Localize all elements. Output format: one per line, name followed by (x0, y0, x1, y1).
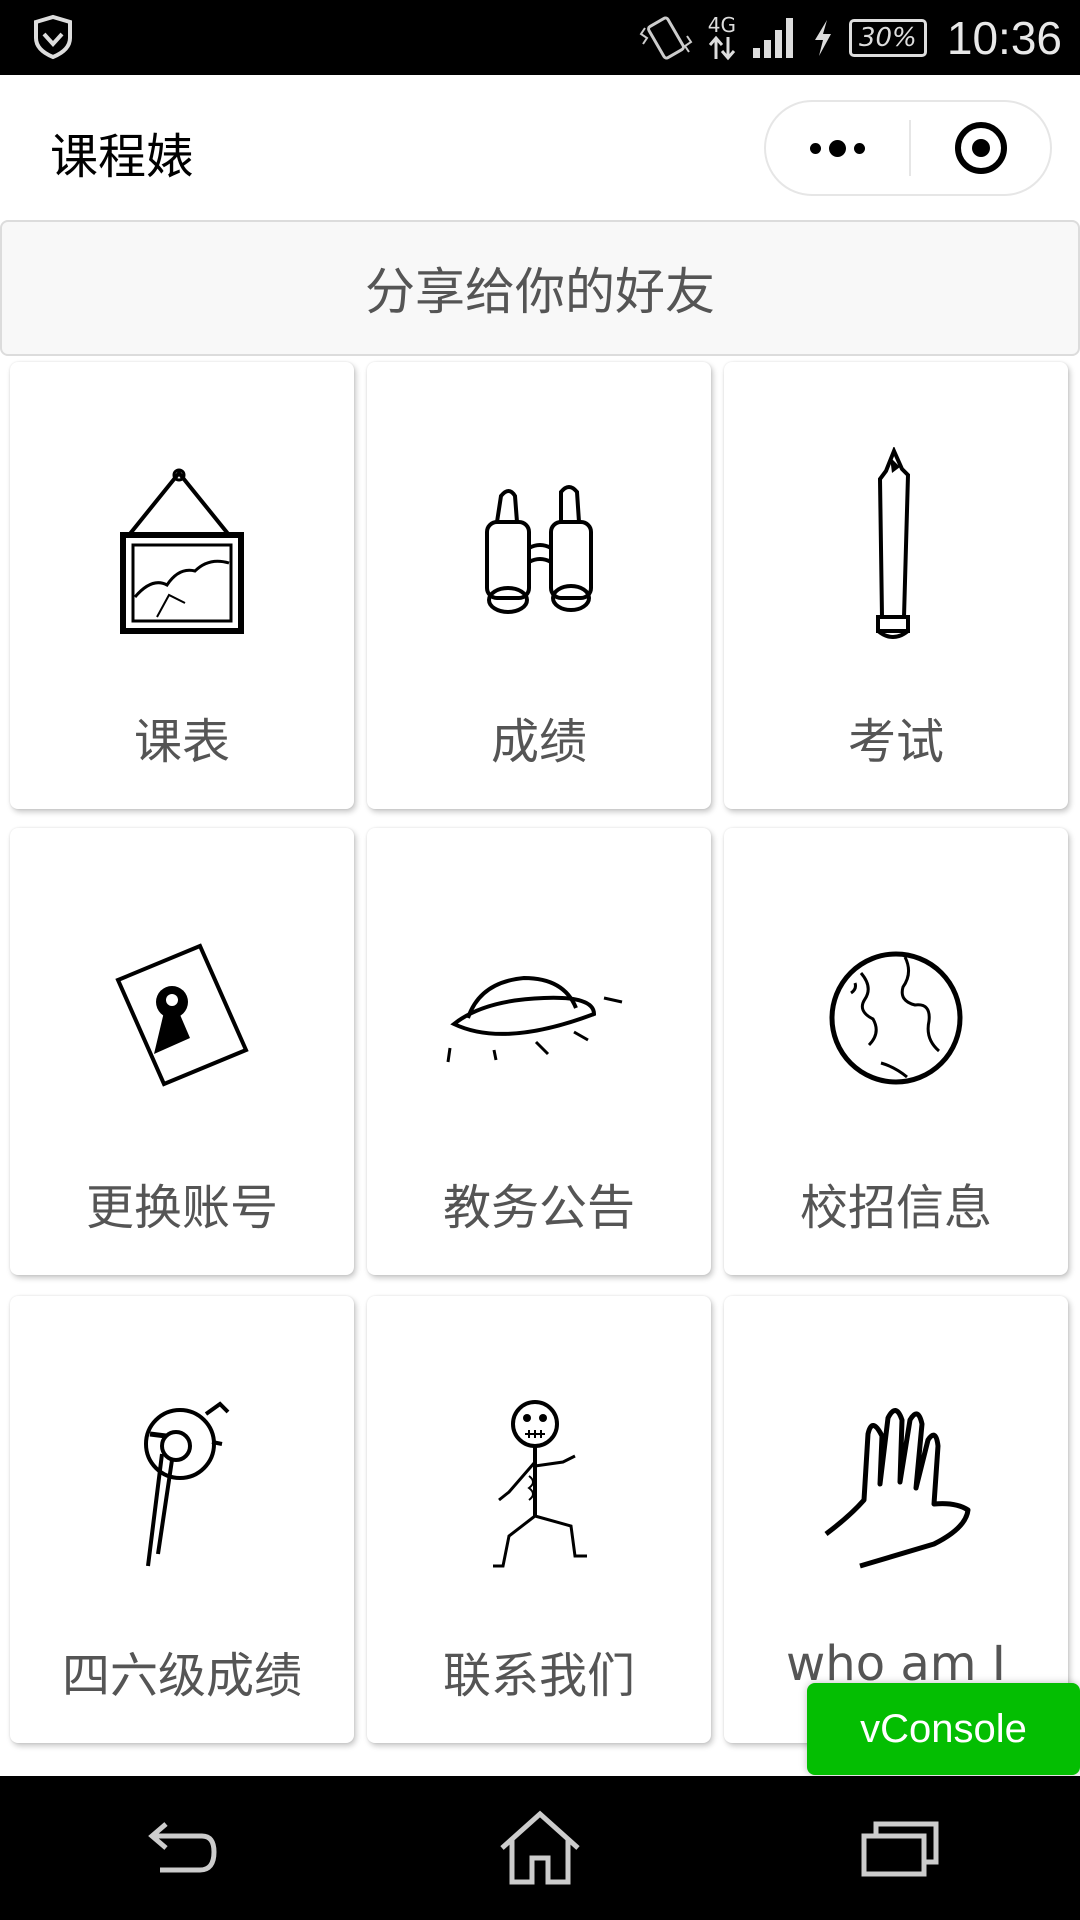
binoculars-icon (485, 485, 593, 614)
battery-indicator: 30% (848, 18, 927, 57)
more-dot-icon (810, 142, 821, 154)
close-button[interactable] (911, 102, 1050, 194)
back-button[interactable] (0, 1776, 360, 1920)
charging-icon (814, 19, 831, 56)
signal-icon (752, 17, 793, 58)
back-icon (148, 1822, 217, 1873)
grid-item-announcements[interactable]: 教务公告 (367, 828, 711, 1275)
grid-item-schedule[interactable]: 课表 (10, 362, 354, 809)
grid-item-label: 更换账号 (85, 1180, 278, 1236)
more-dot-icon (854, 142, 865, 154)
vibrate-icon (639, 16, 693, 59)
grid-item-who-am-i[interactable]: who am I (724, 1296, 1068, 1743)
grid-item-label: 教务公告 (442, 1180, 635, 1236)
share-button[interactable]: 分享给你的好友 (0, 220, 1080, 356)
tape-roll-icon (144, 1401, 230, 1567)
data-arrows-icon (708, 35, 736, 60)
waving-hand-icon (824, 1408, 971, 1569)
vconsole-button[interactable]: vConsole (807, 1683, 1080, 1775)
grid-item-exams[interactable]: 考试 (724, 362, 1068, 809)
status-bar: 4G 30% 10:36 (0, 0, 1080, 75)
grid-item-label: 联系我们 (442, 1648, 635, 1704)
page-title: 课程婊 (50, 129, 195, 185)
stick-figure-icon (493, 1400, 587, 1568)
network-type: 4G (707, 12, 736, 37)
more-button[interactable] (766, 102, 909, 194)
keyhole-card-icon (115, 943, 249, 1087)
grid-item-label: 课表 (133, 714, 230, 770)
clock: 10:36 (946, 11, 1062, 64)
recents-button[interactable] (720, 1776, 1080, 1920)
more-dot-icon (829, 139, 846, 157)
grid-item-label: 校招信息 (799, 1180, 992, 1236)
grid-item-cet-grades[interactable]: 四六级成绩 (10, 1296, 354, 1743)
grid-item-switch-account[interactable]: 更换账号 (10, 828, 354, 1275)
grid-item-grades[interactable]: 成绩 (367, 362, 711, 809)
grid-item-contact-us[interactable]: 联系我们 (367, 1296, 711, 1743)
recent-apps-icon (861, 1821, 939, 1877)
shield-icon (34, 14, 72, 60)
mini-program-capsule (764, 100, 1052, 196)
grid-item-label: 成绩 (490, 714, 587, 770)
ufo-icon (446, 975, 623, 1063)
grid-item-label: 考试 (847, 714, 944, 770)
home-icon (500, 1810, 580, 1885)
target-close-icon (954, 122, 1007, 174)
home-button[interactable] (360, 1776, 720, 1920)
grid-item-campus-recruit[interactable]: 校招信息 (724, 828, 1068, 1275)
system-nav-bar (0, 1776, 1080, 1920)
grid-item-label: 四六级成绩 (61, 1648, 302, 1704)
framed-picture-icon (120, 468, 244, 634)
network-indicator: 4G (707, 15, 737, 61)
pencil-icon (876, 447, 911, 639)
globe-icon (829, 951, 963, 1085)
nav-bar: 课程婊 (0, 75, 1080, 220)
